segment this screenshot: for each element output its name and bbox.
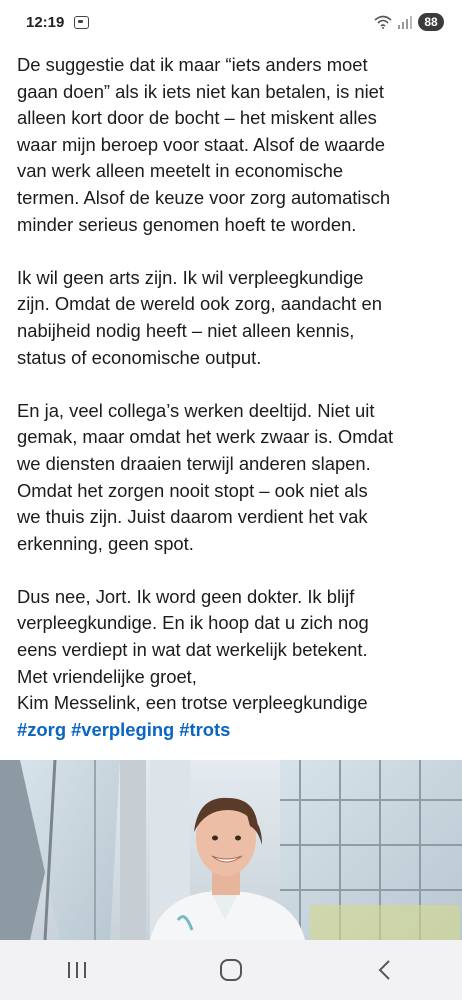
text-line: van werk alleen meetelt in economische — [17, 160, 344, 182]
post-paragraph: De suggestie dat ik maar “iets anders mo… — [17, 52, 449, 238]
text-line: termen. Alsof de keuze voor zorg automat… — [17, 186, 391, 208]
text-line: eens verdiept in wat dat werkelijk betek… — [17, 639, 368, 661]
screen-record-icon — [74, 15, 90, 29]
back-button[interactable] — [355, 950, 415, 990]
text-line: minder serieus genomen hoeft te worden. — [17, 213, 357, 235]
text-line: Kim Messelink, een trotse verpleegkundig… — [17, 692, 368, 714]
text-line: waar mijn beroep voor staat. Alsof de wa… — [17, 133, 386, 155]
text-line: Omdat het zorgen nooit stopt – ook niet … — [17, 479, 368, 501]
post-paragraph: En ja, veel collega’s werken deeltijd. N… — [17, 398, 449, 558]
text-line: erkenning, geen spot. — [17, 532, 194, 554]
hashtag-row: #zorg #verpleging #trots — [17, 717, 449, 744]
post-paragraph: Dus nee, Jort. Ik word geen dokter. Ik b… — [17, 584, 449, 717]
hashtag-link-verpleging[interactable]: #verpleging — [71, 719, 174, 740]
text-line: Ik wil geen arts zijn. Ik wil verpleegku… — [17, 266, 364, 288]
photo-illustration — [0, 760, 462, 940]
text-line: we thuis zijn. Juist daarom verdient het… — [17, 506, 368, 528]
post-body: De suggestie dat ik maar “iets anders mo… — [17, 52, 449, 743]
hashtag-link-zorg[interactable]: #zorg — [17, 719, 66, 740]
text-line: status of economische output. — [17, 346, 262, 368]
signal-icon — [398, 15, 412, 29]
text-line: Met vriendelijke groet, — [17, 665, 197, 687]
text-line: En ja, veel collega’s werken deeltijd. N… — [17, 399, 375, 421]
text-line: gaan doen” als ik iets niet kan betalen,… — [17, 80, 385, 102]
recent-apps-button[interactable] — [47, 950, 107, 990]
text-line: nabijheid nodig heeft – niet alleen kenn… — [17, 319, 355, 341]
text-line: verpleegkundige. En ik hoop dat u zich n… — [17, 612, 369, 634]
home-button[interactable] — [201, 950, 261, 990]
back-icon — [378, 960, 390, 980]
hashtag-link-trots[interactable]: #trots — [179, 719, 230, 740]
status-left: 12:19 — [26, 13, 90, 31]
battery-badge: 88 — [418, 13, 444, 31]
text-line: we diensten draaien terwijl anderen slap… — [17, 452, 371, 474]
post-photo[interactable] — [0, 760, 462, 940]
text-line: Dus nee, Jort. Ik word geen dokter. Ik b… — [17, 585, 355, 607]
text-line: gemak, maar omdat het werk zwaar is. Omd… — [17, 426, 394, 448]
recent-apps-icon — [68, 962, 86, 978]
home-icon — [220, 959, 242, 981]
wifi-icon — [374, 15, 392, 29]
status-bar: 12:19 88 — [0, 0, 462, 44]
text-line: De suggestie dat ik maar “iets anders mo… — [17, 54, 368, 75]
status-right: 88 — [374, 13, 444, 31]
system-nav-bar — [0, 940, 462, 1000]
status-time: 12:19 — [26, 13, 65, 31]
text-line: zijn. Omdat de wereld ook zorg, aandacht… — [17, 293, 382, 315]
post-paragraph: Ik wil geen arts zijn. Ik wil verpleegku… — [17, 265, 449, 371]
text-line: alleen kort door de bocht – het miskent … — [17, 107, 377, 129]
